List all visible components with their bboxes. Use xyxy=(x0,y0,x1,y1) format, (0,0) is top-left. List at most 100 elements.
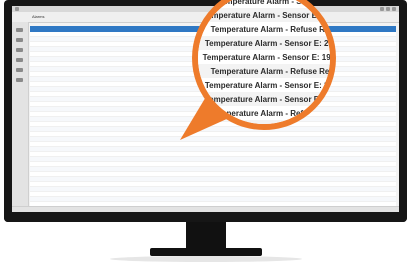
table-cell xyxy=(242,167,322,171)
table-cell xyxy=(32,62,80,66)
sidebar-item-icon[interactable] xyxy=(16,58,23,62)
table-cell xyxy=(330,147,390,151)
table-cell xyxy=(330,102,390,106)
table-cell xyxy=(86,157,122,161)
table-cell xyxy=(330,197,390,201)
table-cell xyxy=(330,132,390,136)
table-cell xyxy=(86,152,122,156)
table-cell xyxy=(32,177,80,181)
table-cell xyxy=(330,52,390,56)
table-cell xyxy=(330,127,390,131)
monitor-shadow xyxy=(110,256,302,262)
table-cell xyxy=(126,52,154,56)
sidebar-item-icon[interactable] xyxy=(16,28,23,32)
table-cell xyxy=(86,117,122,121)
minimize-button[interactable] xyxy=(380,7,384,11)
table-cell xyxy=(330,192,390,196)
table-cell xyxy=(126,87,154,91)
table-cell xyxy=(330,32,390,36)
table-cell xyxy=(330,82,390,86)
table-cell xyxy=(126,187,154,191)
table-cell xyxy=(330,137,390,141)
table-cell xyxy=(32,137,80,141)
table-cell xyxy=(32,187,80,191)
table-cell xyxy=(86,167,122,171)
table-cell xyxy=(32,117,80,121)
table-cell xyxy=(32,157,80,161)
table-cell xyxy=(158,147,238,151)
table-cell xyxy=(330,62,390,66)
table-cell xyxy=(330,57,390,61)
table-cell xyxy=(330,142,390,146)
table-cell xyxy=(86,107,122,111)
close-button[interactable] xyxy=(392,7,396,11)
table-cell xyxy=(32,162,80,166)
table-cell xyxy=(242,162,322,166)
table-cell xyxy=(86,82,122,86)
table-cell xyxy=(32,67,80,71)
table-cell xyxy=(242,132,322,136)
table-cell xyxy=(32,127,80,131)
table-cell xyxy=(32,97,80,101)
table-cell xyxy=(86,62,122,66)
table-cell xyxy=(126,197,154,201)
sidebar-item-icon[interactable] xyxy=(16,68,23,72)
table-cell xyxy=(86,192,122,196)
table-cell xyxy=(86,57,122,61)
magnified-alarm-row: Temperature Alarm - Sensor xyxy=(198,0,330,8)
sidebar-item-icon[interactable] xyxy=(16,78,23,82)
table-cell xyxy=(330,167,390,171)
table-cell xyxy=(242,137,322,141)
table-cell xyxy=(126,57,154,61)
maximize-button[interactable] xyxy=(386,7,390,11)
table-cell xyxy=(126,107,154,111)
table-cell xyxy=(330,37,390,41)
table-cell xyxy=(158,177,238,181)
table-cell xyxy=(158,182,238,186)
toolbar-label: Alarms xyxy=(32,14,45,19)
sidebar-item-icon[interactable] xyxy=(16,48,23,52)
table-cell xyxy=(330,187,390,191)
table-cell xyxy=(126,97,154,101)
table-cell xyxy=(86,47,122,51)
table-cell xyxy=(126,177,154,181)
monitor-chin xyxy=(4,212,407,222)
table-cell xyxy=(32,142,80,146)
table-cell xyxy=(86,32,122,36)
table-cell xyxy=(242,177,322,181)
table-cell xyxy=(158,142,238,146)
table-cell xyxy=(86,172,122,176)
window-icon xyxy=(15,7,19,11)
table-cell xyxy=(242,157,322,161)
table-cell xyxy=(32,82,80,86)
table-cell xyxy=(86,127,122,131)
table-cell xyxy=(86,42,122,46)
table-cell xyxy=(330,177,390,181)
table-cell xyxy=(86,72,122,76)
table-cell xyxy=(330,107,390,111)
table-cell xyxy=(126,47,154,51)
monitor: Alarms Temperature Alarm - Sensor Tempera… xyxy=(0,0,411,264)
magnifier-list: Temperature Alarm - Sensor Temperature Al… xyxy=(198,0,330,124)
table-cell xyxy=(86,102,122,106)
table-cell xyxy=(158,152,238,156)
table-cell xyxy=(32,102,80,106)
table-cell xyxy=(32,167,80,171)
table-cell xyxy=(126,167,154,171)
table-cell xyxy=(32,172,80,176)
table-cell xyxy=(158,157,238,161)
table-cell xyxy=(32,77,80,81)
table-cell xyxy=(330,152,390,156)
table-cell xyxy=(330,97,390,101)
table-cell xyxy=(86,137,122,141)
table-cell xyxy=(86,52,122,56)
table-cell xyxy=(86,92,122,96)
table-cell xyxy=(126,117,154,121)
table-cell xyxy=(158,132,238,136)
sidebar-item-icon[interactable] xyxy=(16,38,23,42)
table-cell xyxy=(32,42,80,46)
table-cell xyxy=(330,172,390,176)
table-cell xyxy=(32,192,80,196)
table-cell xyxy=(158,172,238,176)
table-cell xyxy=(330,72,390,76)
